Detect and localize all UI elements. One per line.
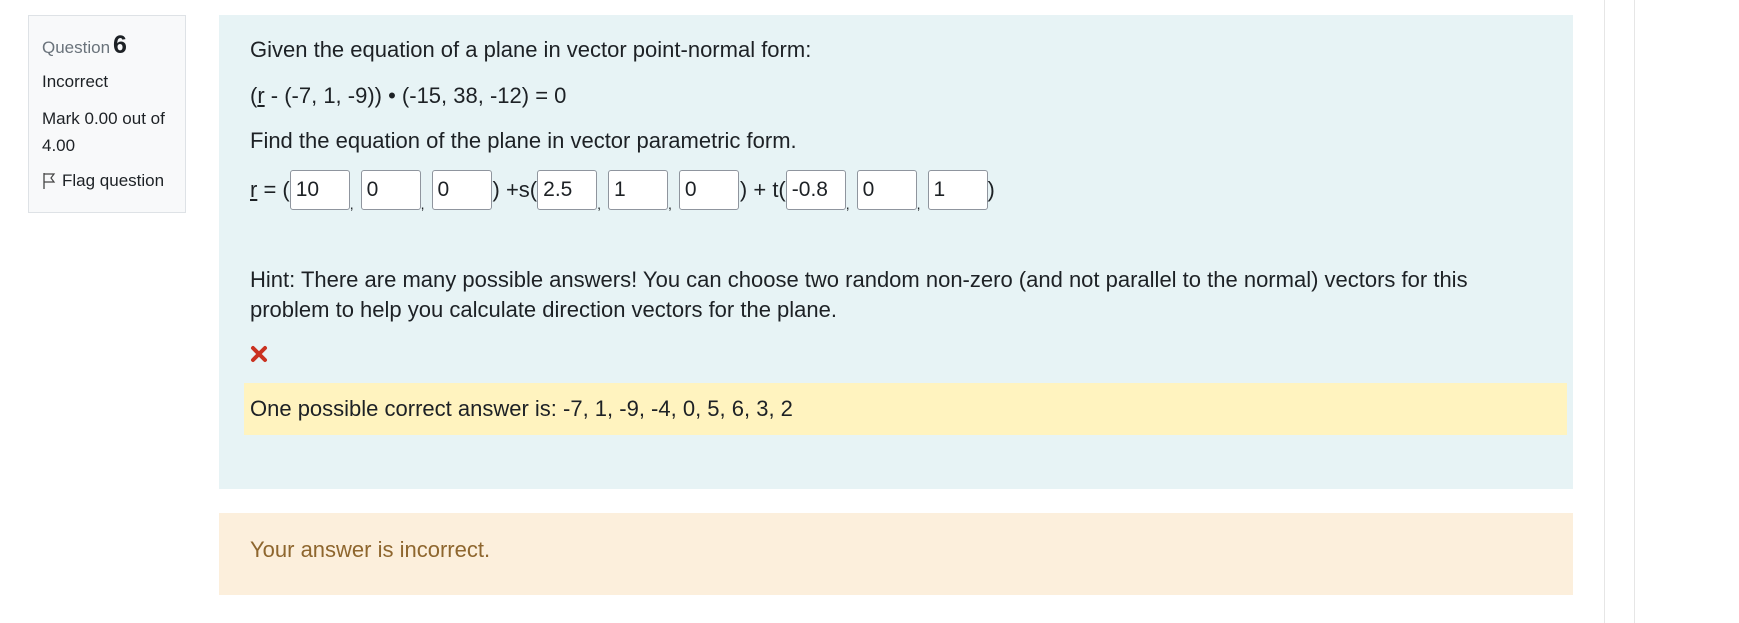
cross-mark-icon (251, 346, 267, 362)
question-formulation: Given the equation of a plane in vector … (219, 15, 1573, 489)
question-intro: Given the equation of a plane in vector … (250, 37, 812, 62)
drawer-divider-outer (1634, 0, 1635, 623)
comma-sep: , (916, 196, 921, 212)
comma-sep: , (420, 196, 425, 212)
answer-input-point-y[interactable]: 0 (360, 170, 421, 210)
comma-sep: , (349, 196, 354, 212)
question-number-line: Question 6 (42, 30, 185, 63)
question-grade: Mark 0.00 out of 4.00 (42, 109, 165, 155)
param-eq-open: = ( (257, 177, 290, 202)
right-answer-box: One possible correct answer is: -7, 1, -… (244, 383, 1567, 435)
equation-vector-r: r (257, 83, 265, 108)
comma-sep: , (668, 196, 672, 212)
param-vector-r: r (250, 177, 258, 202)
question-info-panel: Question 6 Incorrect Mark 0.00 out of 4.0… (28, 15, 186, 213)
flag-outline-icon (43, 173, 56, 189)
drawer-divider (1604, 0, 1605, 623)
flag-question-button[interactable]: Flag question (42, 171, 185, 191)
answer-input-point-x[interactable]: 10 (289, 170, 350, 210)
answer-input-s-z[interactable]: 0 (678, 170, 739, 210)
answer-input-point-z[interactable]: 0 (431, 170, 492, 210)
outcome-feedback-text: Your answer is incorrect. (250, 537, 491, 562)
equation-rest: - (-7, 1, -9)) • (-15, 38, -12) = 0 (264, 83, 567, 108)
question-hint: Hint: There are many possible answers! Y… (250, 267, 1468, 322)
question-label: Question (42, 38, 111, 57)
question-number: 6 (113, 31, 127, 59)
answer-input-t-x[interactable]: -0.8 (785, 170, 846, 210)
param-t-open: ) + t( (739, 177, 786, 202)
answer-input-t-y[interactable]: 0 (856, 170, 917, 210)
answer-input-s-x[interactable]: 2.5 (537, 170, 598, 210)
comma-sep: , (845, 196, 850, 212)
parametric-equation-row: r = ( 10 , 0 , 0 ) +s( 2.5 , 1 , 0 ) + t… (250, 168, 1542, 212)
question-task: Find the equation of the plane in vector… (250, 128, 797, 153)
answer-input-t-z[interactable]: 1 (927, 170, 988, 210)
answer-input-s-y[interactable]: 1 (608, 170, 669, 210)
incorrect-feedback (250, 345, 1542, 371)
point-normal-equation: (r - (-7, 1, -9)) • (-15, 38, -12) = 0 (250, 81, 1542, 111)
param-s-open: ) +s( (492, 177, 538, 202)
flag-question-label: Flag question (62, 171, 165, 190)
question-state: Incorrect (42, 72, 109, 91)
comma-sep: , (597, 196, 602, 212)
outcome-feedback-box: Your answer is incorrect. (219, 513, 1573, 595)
param-close: ) (987, 177, 995, 202)
